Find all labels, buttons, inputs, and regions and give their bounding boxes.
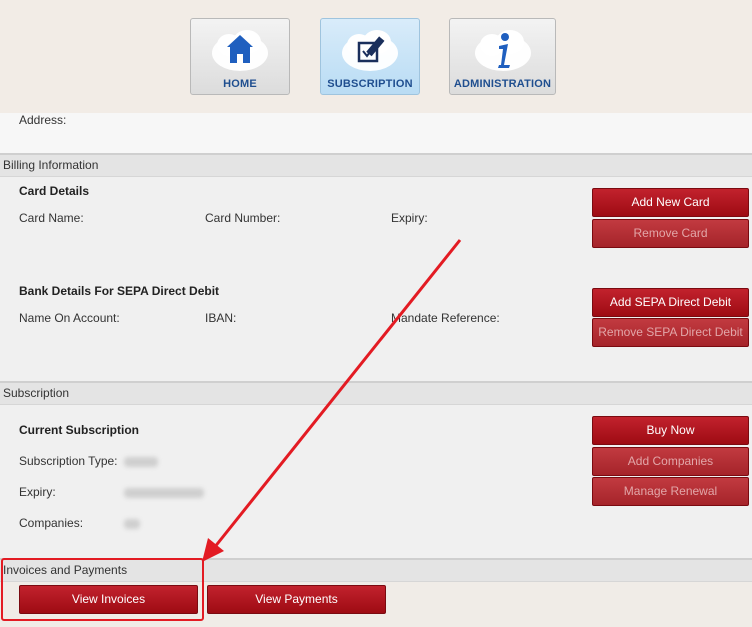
annotation-arrow-icon <box>202 239 462 562</box>
